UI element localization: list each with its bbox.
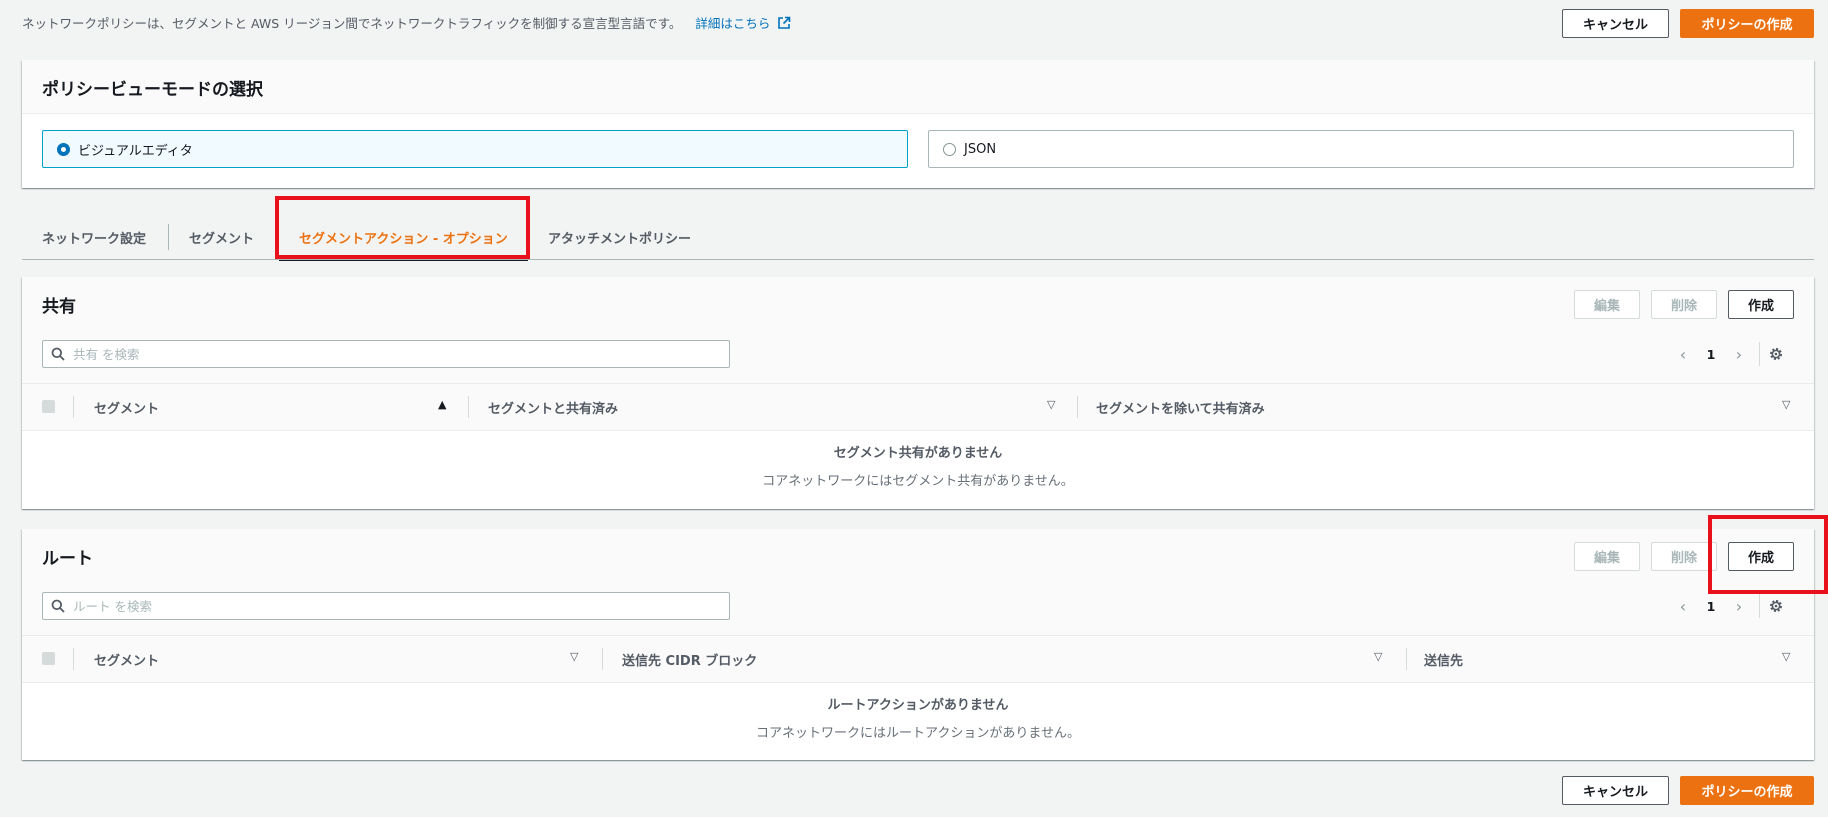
json-tile[interactable]: JSON — [928, 130, 1794, 168]
create-policy-button-top[interactable]: ポリシーの作成 — [1680, 9, 1814, 38]
route-header: ルート 編集 削除 作成 ‹ 1 › — [22, 529, 1814, 635]
policy-tabs: ネットワーク設定 セグメント セグメントアクション - オプション アタッチメン… — [22, 214, 1814, 261]
column-divider — [602, 648, 603, 670]
route-search-input[interactable] — [73, 598, 673, 614]
sort-icon[interactable]: ▽ — [570, 650, 578, 663]
route-edit-button[interactable]: 編集 — [1574, 542, 1640, 571]
column-header-destination-cidr[interactable]: 送信先 CIDR ブロック — [622, 636, 757, 682]
sort-icon[interactable]: ▽ — [1782, 650, 1790, 663]
share-search-input[interactable] — [73, 346, 673, 362]
next-page-icon[interactable]: › — [1725, 345, 1753, 364]
share-create-button[interactable]: 作成 — [1728, 290, 1794, 319]
share-title: 共有 — [42, 297, 76, 317]
column-header-destination[interactable]: 送信先 — [1424, 636, 1463, 682]
tab-attachment-policies[interactable]: アタッチメントポリシー — [528, 214, 711, 260]
column-header-segment[interactable]: セグメント — [94, 636, 159, 682]
route-table-header: セグメント ▽ 送信先 CIDR ブロック ▽ 送信先 ▽ — [22, 635, 1814, 683]
route-empty-title: ルートアクションがありません — [827, 698, 1009, 713]
cancel-button-top[interactable]: キャンセル — [1562, 9, 1669, 38]
visual-editor-tile[interactable]: ビジュアルエディタ — [42, 130, 908, 168]
route-create-button[interactable]: 作成 — [1728, 542, 1794, 571]
column-header-shared-with[interactable]: セグメントと共有済み — [488, 384, 618, 430]
share-page-number[interactable]: 1 — [1697, 347, 1725, 362]
column-header-shared-except[interactable]: セグメントを除いて共有済み — [1096, 384, 1265, 430]
share-search[interactable] — [42, 340, 730, 368]
description-text: ネットワークポリシーは、セグメントと AWS リージョン間でネットワークトラフィ… — [22, 16, 682, 31]
pager-separator — [1759, 342, 1760, 366]
sort-icon[interactable]: ▽ — [1374, 650, 1382, 663]
page-description: ネットワークポリシーは、セグメントと AWS リージョン間でネットワークトラフィ… — [22, 13, 791, 32]
column-divider — [1406, 648, 1407, 670]
create-policy-button-bottom[interactable]: ポリシーの作成 — [1680, 776, 1814, 805]
share-panel: 共有 編集 削除 作成 ‹ 1 › セグメント ▲ セ — [22, 277, 1814, 509]
sort-icon[interactable]: ▽ — [1782, 398, 1790, 411]
visual-editor-radio[interactable] — [57, 142, 70, 156]
search-icon — [51, 599, 65, 613]
pager-separator — [1759, 594, 1760, 618]
view-mode-panel: ポリシービューモードの選択 ビジュアルエディタ JSON — [22, 60, 1814, 188]
prev-page-icon[interactable]: ‹ — [1669, 345, 1697, 364]
tab-network-settings[interactable]: ネットワーク設定 — [22, 214, 166, 260]
share-delete-button[interactable]: 削除 — [1651, 290, 1717, 319]
gear-icon[interactable] — [1768, 346, 1784, 362]
route-page-number[interactable]: 1 — [1697, 599, 1725, 614]
column-divider — [1077, 396, 1078, 418]
tab-underline — [22, 259, 1814, 260]
column-divider — [468, 396, 469, 418]
gear-icon[interactable] — [1768, 598, 1784, 614]
sort-icon[interactable]: ▽ — [1047, 398, 1055, 411]
share-pagination: ‹ 1 › — [1669, 340, 1784, 368]
prev-page-icon[interactable]: ‹ — [1669, 597, 1697, 616]
next-page-icon[interactable]: › — [1725, 597, 1753, 616]
column-divider — [73, 648, 74, 670]
tab-segments[interactable]: セグメント — [169, 214, 274, 260]
sort-asc-icon[interactable]: ▲ — [438, 398, 446, 411]
route-empty-desc: コアネットワークにはルートアクションがありません。 — [756, 726, 1080, 741]
route-delete-button[interactable]: 削除 — [1651, 542, 1717, 571]
select-all-checkbox[interactable] — [42, 652, 55, 665]
share-empty-title: セグメント共有がありません — [833, 446, 1003, 461]
view-mode-title: ポリシービューモードの選択 — [42, 80, 263, 100]
route-panel: ルート 編集 削除 作成 ‹ 1 › セグメント ▽ — [22, 529, 1814, 760]
route-title: ルート — [42, 549, 93, 569]
column-divider — [73, 396, 74, 418]
visual-editor-label: ビジュアルエディタ — [78, 143, 193, 159]
learn-more-label: 詳細はこちら — [695, 16, 771, 31]
json-radio[interactable] — [943, 142, 956, 156]
share-header: 共有 編集 削除 作成 ‹ 1 › — [22, 277, 1814, 383]
cancel-button-bottom[interactable]: キャンセル — [1562, 776, 1669, 805]
external-link-icon — [778, 16, 791, 29]
tab-segment-actions[interactable]: セグメントアクション - オプション — [279, 214, 528, 261]
column-header-segment[interactable]: セグメント — [94, 384, 159, 430]
route-search[interactable] — [42, 592, 730, 620]
learn-more-link[interactable]: 詳細はこちら — [695, 16, 791, 31]
json-label: JSON — [964, 141, 997, 157]
share-table-header: セグメント ▲ セグメントと共有済み ▽ セグメントを除いて共有済み ▽ — [22, 383, 1814, 431]
view-mode-header: ポリシービューモードの選択 — [22, 60, 1814, 114]
select-all-checkbox[interactable] — [42, 400, 55, 413]
share-edit-button[interactable]: 編集 — [1574, 290, 1640, 319]
route-pagination: ‹ 1 › — [1669, 592, 1784, 620]
search-icon — [51, 347, 65, 361]
share-empty-desc: コアネットワークにはセグメント共有がありません。 — [762, 474, 1074, 489]
